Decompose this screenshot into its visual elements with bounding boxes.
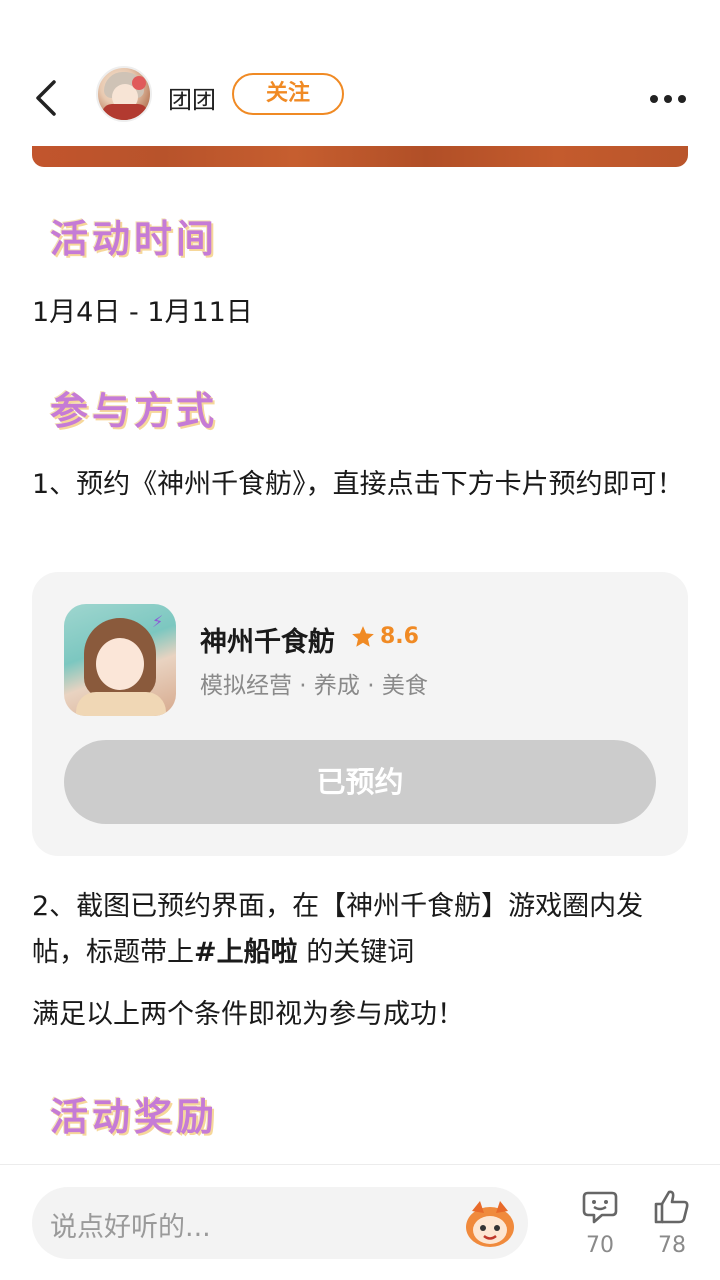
step1-text: 1、预约《神州千食舫》，直接点击下方卡片预约即可！ [32, 469, 684, 500]
section-title-time: 活动时间 [50, 217, 219, 261]
step2-keyword: #上船啦 [194, 937, 298, 968]
thumbs-up-icon[interactable] [652, 1187, 692, 1227]
game-rating: 8.6 [380, 624, 419, 649]
like-count: 78 [658, 1233, 686, 1258]
like-button[interactable]: 78 [648, 1187, 696, 1258]
banner-image [32, 146, 688, 167]
comment-placeholder[interactable]: 说点好听的... [50, 1205, 211, 1244]
game-name[interactable]: 神州千食舫 [200, 620, 335, 659]
section-title-reward: 活动奖励 [50, 1095, 219, 1139]
game-tags: 模拟经营 · 养成 · 美食 [200, 673, 428, 699]
username[interactable]: 团团 [168, 80, 216, 115]
comment-icon[interactable] [580, 1187, 620, 1227]
mascot-icon[interactable] [462, 1197, 518, 1249]
date-range-text: 1月4日 - 1月11日 [32, 297, 253, 328]
bottom-bar: 说点好听的... 70 78 [0, 1164, 720, 1280]
reserved-button[interactable]: 已预约 [64, 740, 656, 824]
game-card[interactable]: ⚡ 神州千食舫 8.6 模拟经营 · 养成 · 美食 已预约 [32, 572, 688, 856]
comment-input[interactable]: 说点好听的... [32, 1187, 528, 1259]
star-icon [352, 626, 374, 647]
step2-suffix: 的关键词 [297, 937, 415, 968]
comment-count: 70 [586, 1233, 614, 1258]
section-title-method: 参与方式 [50, 389, 219, 433]
condition-text: 满足以上两个条件即视为参与成功！ [32, 999, 464, 1030]
top-bar: 团团 关注 [0, 0, 720, 140]
more-icon[interactable] [650, 88, 694, 103]
back-arrow-icon[interactable] [30, 78, 64, 118]
game-icon[interactable]: ⚡ [64, 604, 176, 716]
avatar[interactable] [96, 66, 152, 122]
follow-button[interactable]: 关注 [232, 73, 344, 115]
step2-text: 2、截图已预约界面，在【神州千食舫】游戏圈内发帖，标题带上#上船啦 的关键词 [32, 884, 688, 976]
comment-button[interactable]: 70 [576, 1187, 624, 1258]
